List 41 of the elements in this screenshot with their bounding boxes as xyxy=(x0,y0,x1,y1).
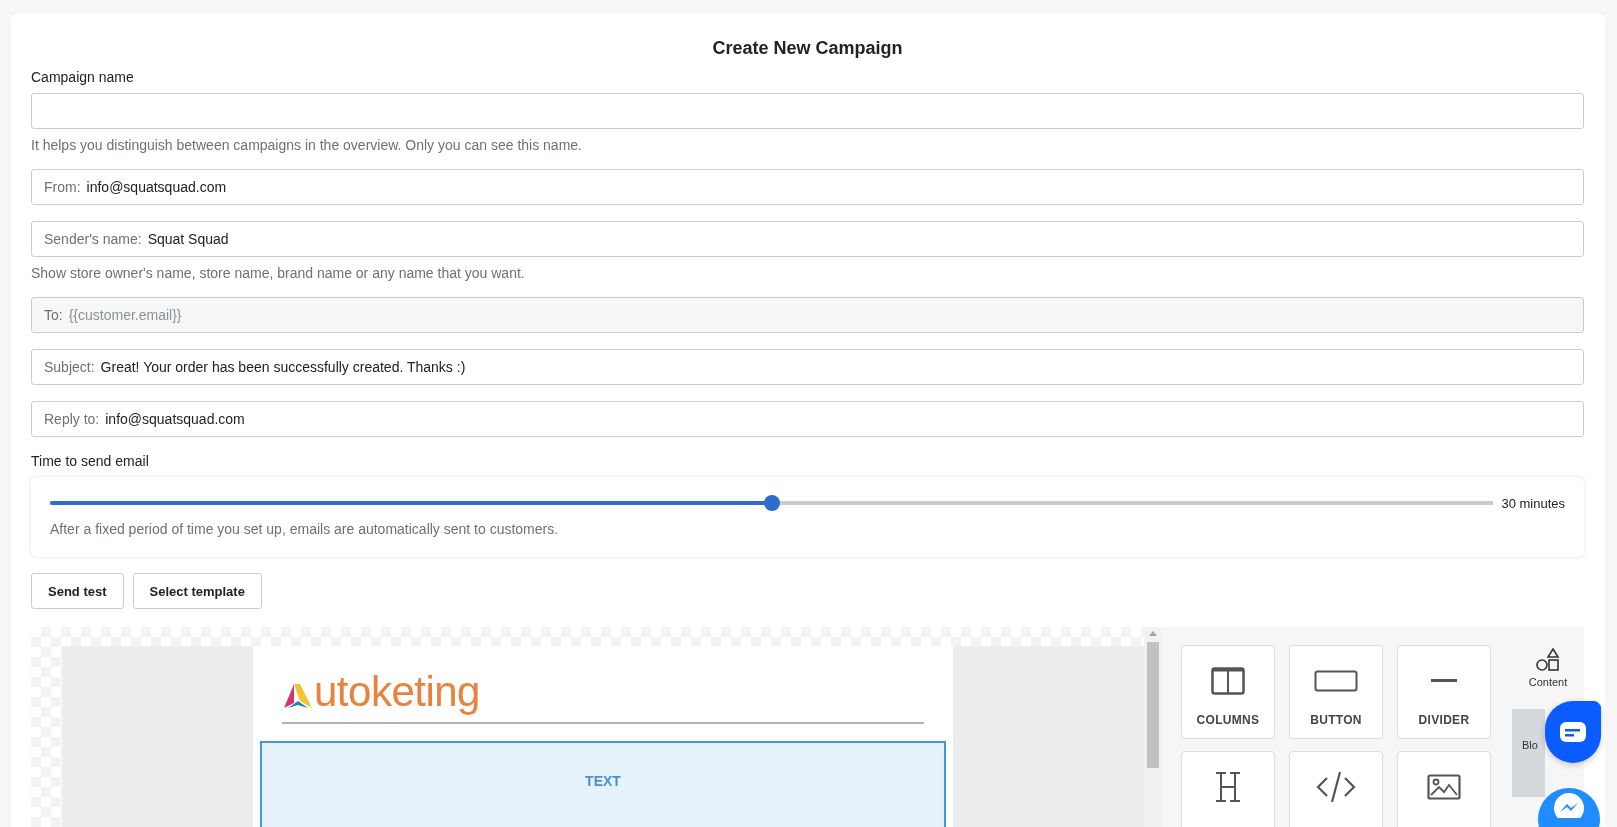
text-field[interactable]: Sender's name: Squat Squad xyxy=(31,221,1584,257)
input-field[interactable] xyxy=(31,93,1584,129)
tool-tile[interactable]: BUTTON xyxy=(1289,645,1383,739)
slider-reading: 30 minutes xyxy=(1501,495,1565,511)
field-value: Squat Squad xyxy=(147,231,229,247)
tool-tile[interactable]: DIVIDER xyxy=(1397,645,1491,739)
text-field[interactable]: From: info@squatsquad.com xyxy=(31,169,1584,205)
field-value: info@squatsquad.com xyxy=(86,179,227,195)
help-text: Show store owner's name, store name, brand name or any name that you want. xyxy=(31,265,526,281)
field-value: info@squatsquad.com xyxy=(105,411,245,427)
field-label: Reply to: xyxy=(44,411,100,427)
sidebar-tab[interactable]: Content xyxy=(1512,639,1584,697)
field-value: Great! Your order has been successfully created. Thanks :) xyxy=(100,359,466,375)
field-label: From: xyxy=(44,179,81,195)
chat-button[interactable] xyxy=(1545,701,1601,763)
code-icon xyxy=(1316,770,1356,804)
tool-tile[interactable]: COLUMNS xyxy=(1181,645,1275,739)
tool-tile[interactable] xyxy=(1289,751,1383,827)
tool-tile[interactable] xyxy=(1397,751,1491,827)
slider-thumb[interactable] xyxy=(763,495,780,511)
page-title: Create New Campaign xyxy=(711,38,904,59)
field-label: Subject: xyxy=(44,359,95,375)
help-text: After a fixed period of time you set up, emails are automatically sent to customers. xyxy=(50,521,560,537)
field-label: Campaign name xyxy=(31,69,135,85)
divider-icon xyxy=(1431,679,1457,683)
action-button[interactable]: Select template xyxy=(132,573,262,609)
shapes-icon xyxy=(1535,648,1561,672)
columns-icon xyxy=(1211,667,1245,695)
image-icon xyxy=(1427,774,1461,800)
scrollbar[interactable] xyxy=(1144,627,1161,827)
tool-tile[interactable] xyxy=(1181,751,1275,827)
button-icon xyxy=(1314,670,1358,692)
help-text: It helps you distinguish between campaigns in the overview. Only you can see this name. xyxy=(31,137,583,153)
text-field[interactable]: Subject: Great! Your order has been successfully created. Thanks :) xyxy=(31,349,1584,385)
action-button[interactable]: Send test xyxy=(31,573,124,609)
text-field[interactable]: Reply to: info@squatsquad.com xyxy=(31,401,1584,437)
field-label: To: xyxy=(44,307,63,323)
field-label: Sender's name: xyxy=(44,231,142,247)
section-label: Time to send email xyxy=(31,453,150,469)
sidebar-tab[interactable]: Blo xyxy=(1512,709,1545,797)
chat-icon xyxy=(1560,722,1586,742)
